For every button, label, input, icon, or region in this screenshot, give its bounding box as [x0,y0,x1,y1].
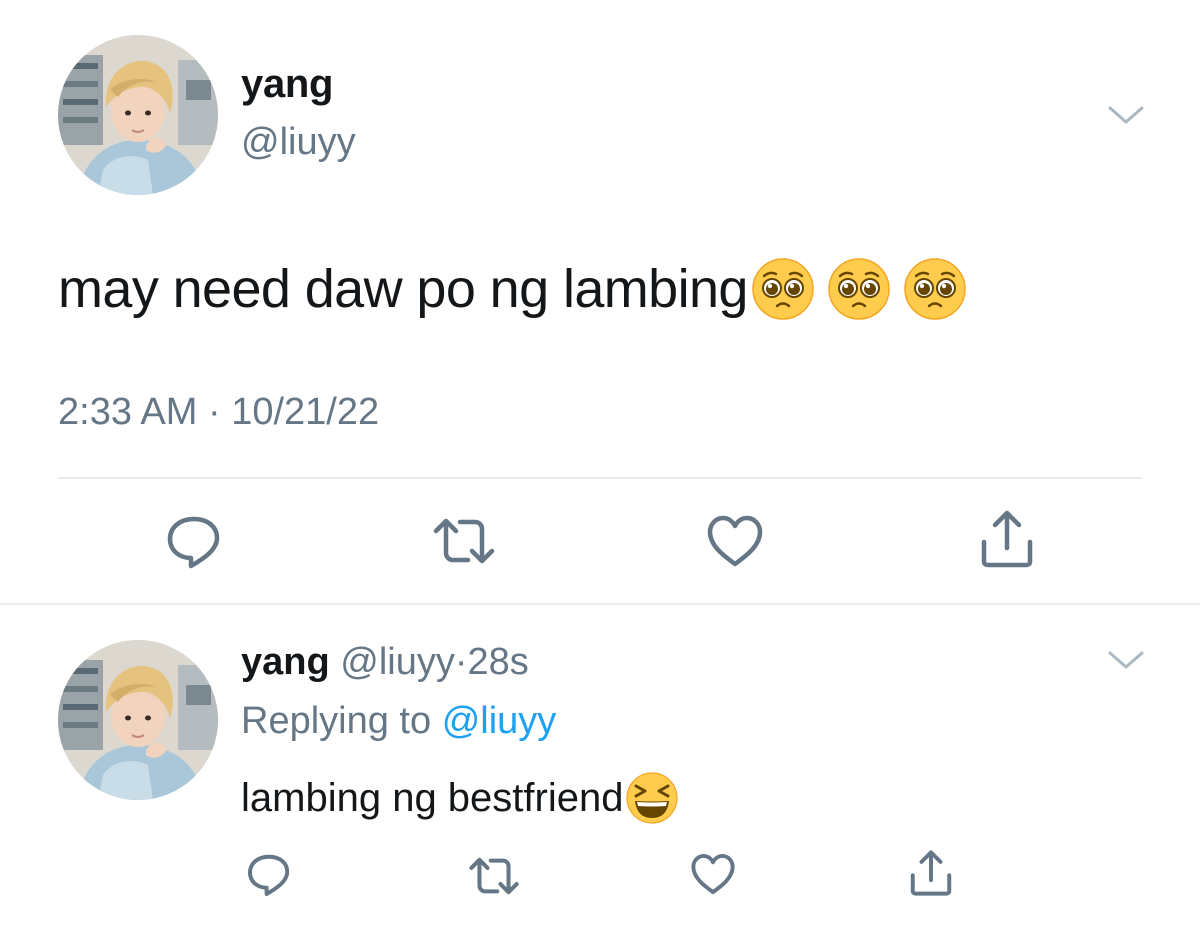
retweet-button[interactable] [432,515,496,567]
reply-button[interactable] [165,513,223,571]
divider [58,477,1142,479]
pleading-face-emoji [826,256,892,322]
retweet-icon [433,518,495,564]
chevron-down-icon[interactable] [1104,100,1148,130]
avatar-photo [58,35,218,195]
reply-icon [167,516,220,569]
replying-target-link[interactable]: @liuyy [442,700,557,742]
separator-dot: · [454,641,468,683]
avatar[interactable] [58,35,218,195]
user-handle[interactable]: @liuyy [241,123,356,161]
display-name[interactable]: yang [241,64,333,104]
reply-button[interactable] [245,852,293,898]
retweet-icon [469,857,519,895]
tweet-body: lambing ng bestfriend [241,770,679,826]
heart-icon [691,853,735,895]
tweet-body: may need daw po ng lambing [58,254,968,324]
share-icon [910,850,952,896]
reply-icon [247,854,290,897]
tweet-text: may need daw po ng lambing [58,259,748,319]
pleading-face-emoji [750,256,816,322]
emoji-group [750,256,968,322]
reply-header: yang @liuyy·28s [241,643,529,681]
replying-label: Replying to [241,700,432,742]
replying-to: Replying to @liuyy [241,702,556,740]
grinning-squinting-face-emoji [625,771,679,825]
like-button[interactable] [689,852,737,896]
like-button[interactable] [705,513,765,569]
share-icon [981,510,1033,568]
share-button[interactable] [978,508,1036,570]
avatar-photo [58,640,218,800]
divider [0,603,1200,605]
pleading-face-emoji [902,256,968,322]
tweet-timestamp[interactable]: 2:33 AM · 10/21/22 [58,393,379,431]
tweet-text: lambing ng bestfriend [241,776,624,820]
chevron-down-icon[interactable] [1104,645,1148,675]
user-handle[interactable]: @liuyy [340,641,455,683]
heart-icon [707,515,763,567]
share-button[interactable] [908,848,954,898]
retweet-button[interactable] [468,855,520,897]
avatar[interactable] [58,640,218,800]
relative-time[interactable]: 28s [468,641,529,683]
display-name[interactable]: yang [241,641,330,683]
